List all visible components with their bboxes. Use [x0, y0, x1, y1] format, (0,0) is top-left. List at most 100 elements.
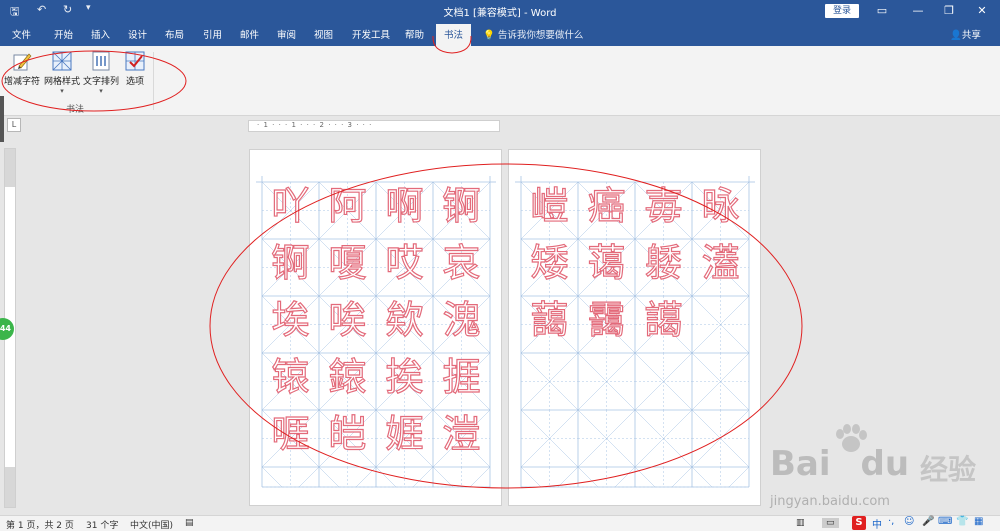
calligraphy-character[interactable]: 挨 [376, 349, 433, 406]
ime-menu-icon[interactable]: ▦ [974, 516, 983, 527]
word-count[interactable]: 31 个字 [86, 518, 118, 531]
calligraphy-character[interactable]: 藹 [521, 292, 578, 349]
calligraphy-character[interactable]: 毐 [635, 178, 692, 235]
tab-review[interactable]: 审阅 [277, 27, 296, 41]
chevron-down-icon: ▾ [99, 87, 103, 95]
ime-chinese-mode[interactable]: 中 [872, 516, 882, 531]
ime-skin-icon[interactable]: 👕 [956, 516, 968, 527]
page-count[interactable]: 第 1 页，共 2 页 [6, 518, 74, 531]
calligraphy-character[interactable]: 锕 [262, 235, 319, 292]
tab-layout[interactable]: 布局 [165, 27, 184, 41]
tab-references[interactable]: 引用 [203, 27, 222, 41]
adjust-characters-button[interactable]: 增减字符 [4, 50, 40, 106]
options-button[interactable]: 选项 [121, 50, 149, 106]
adjust-characters-label: 增减字符 [4, 77, 41, 87]
side-panel-handle[interactable] [0, 96, 4, 142]
calligraphy-character[interactable]: 欸 [376, 292, 433, 349]
page-1-characters: 吖阿啊锕锕嗄哎哀埃唉欸溾锿鎄挨捱啀皑娾溰 [262, 182, 492, 487]
calligraphy-character[interactable]: 鎄 [319, 349, 376, 406]
ribbon-display-icon[interactable]: ▭ [870, 2, 894, 20]
print-layout-icon[interactable]: ▭ [822, 518, 839, 528]
read-mode-icon[interactable]: ▥ [796, 518, 805, 528]
login-button[interactable]: 登录 [825, 4, 859, 18]
calligraphy-character[interactable]: 矮 [521, 235, 578, 292]
sogou-logo-icon[interactable]: S [852, 516, 866, 530]
tab-mailings[interactable]: 邮件 [240, 27, 259, 41]
tab-selector[interactable]: L [7, 118, 21, 132]
calligraphy-character[interactable]: 靄 [578, 292, 635, 349]
calligraphy-character[interactable]: 哎 [376, 235, 433, 292]
minimize-button[interactable]: — [906, 2, 930, 20]
calligraphy-pen-icon [13, 53, 32, 71]
calligraphy-character[interactable]: 锕 [433, 178, 490, 235]
tab-view[interactable]: 视图 [314, 27, 333, 41]
grid-style-label: 网格样式 [43, 77, 80, 87]
close-button[interactable]: ✕ [970, 2, 994, 20]
ime-keyboard-icon[interactable]: ⌨ [938, 516, 952, 527]
ime-toolbar: S 中 ·, ☺ 🎤 ⌨ 👕 ▦ [852, 515, 1000, 531]
document-page-1[interactable]: 吖阿啊锕锕嗄哎哀埃唉欸溾锿鎄挨捱啀皑娾溰 [249, 149, 502, 506]
calligraphy-character[interactable]: 锿 [262, 349, 319, 406]
ruler-numbers: · 1 · · · 1 · · · 2 · · · 3 · · · [257, 121, 373, 129]
watermark-brand: Bai du [770, 444, 910, 484]
calligraphy-character[interactable]: 躷 [635, 235, 692, 292]
ruler-margin-bottom [5, 467, 15, 507]
text-arrange-button[interactable]: 文字排列 ▾ [82, 50, 120, 106]
ime-mic-icon[interactable]: 🎤 [922, 516, 934, 527]
tab-developer[interactable]: 开发工具 [352, 27, 390, 41]
tab-insert[interactable]: 插入 [91, 27, 110, 41]
share-label: 共享 [961, 30, 981, 41]
page-2-characters: 嵦癌毐昹矮蔼躷濭藹靄譪 [521, 182, 751, 487]
baidu-watermark: Bai du 经验 jingyan.baidu.com [770, 424, 1000, 525]
calligraphy-character[interactable]: 啊 [376, 178, 433, 235]
macro-record-icon[interactable]: ▤ [185, 518, 194, 528]
ribbon: 增减字符 网格样式 ▾ 文字排列 ▾ 选项 书法 [0, 46, 1000, 116]
tell-me-search[interactable]: 💡 告诉我你想要做什么 [483, 27, 583, 41]
person-icon: 👤 [950, 30, 962, 41]
tab-design[interactable]: 设计 [128, 27, 147, 41]
calligraphy-character[interactable]: 娾 [376, 406, 433, 463]
calligraphy-character[interactable]: 皑 [319, 406, 376, 463]
calligraphy-character[interactable]: 蔼 [578, 235, 635, 292]
calligraphy-character[interactable]: 捱 [433, 349, 490, 406]
calligraphy-character[interactable]: 癌 [578, 178, 635, 235]
tab-calligraphy[interactable]: 书法 [436, 24, 472, 46]
calligraphy-character[interactable]: 溰 [433, 406, 490, 463]
group-divider [153, 52, 154, 110]
ime-emoji-icon[interactable]: ☺ [904, 516, 914, 527]
language-indicator[interactable]: 中文(中国) [130, 518, 173, 531]
calligraphy-character[interactable]: 嵦 [521, 178, 578, 235]
text-arrange-label: 文字排列 [82, 77, 119, 87]
options-label: 选项 [125, 77, 144, 87]
calligraphy-character[interactable]: 吖 [262, 178, 319, 235]
calligraphy-character[interactable]: 哀 [433, 235, 490, 292]
grid-style-button[interactable]: 网格样式 ▾ [43, 50, 81, 106]
tab-help[interactable]: 帮助 [405, 27, 424, 41]
lightbulb-icon: 💡 [483, 30, 495, 41]
text-arrange-icon [92, 51, 110, 71]
status-bar: 第 1 页，共 2 页 31 个字 中文(中国) ▤ ▥ ▭ [0, 515, 1000, 531]
calligraphy-character[interactable]: 阿 [319, 178, 376, 235]
calligraphy-character[interactable]: 濭 [692, 235, 749, 292]
chevron-down-icon: ▾ [60, 87, 64, 95]
title-bar: 🖫 ↶ ↻ ▾ 文档1 [兼容模式] - Word 登录 ▭ — ❐ ✕ [0, 0, 1000, 22]
maximize-button[interactable]: ❐ [937, 2, 961, 20]
document-page-2[interactable]: 嵦癌毐昹矮蔼躷濭藹靄譪 [508, 149, 761, 506]
ime-punctuation-icon[interactable]: ·, [888, 516, 894, 527]
watermark-cn: 经验 [920, 453, 977, 486]
calligraphy-character[interactable]: 啀 [262, 406, 319, 463]
horizontal-ruler[interactable]: · 1 · · · 1 · · · 2 · · · 3 · · · [248, 120, 500, 132]
calligraphy-character[interactable]: 溾 [433, 292, 490, 349]
watermark-url: jingyan.baidu.com [770, 494, 890, 509]
tab-home[interactable]: 开始 [54, 27, 73, 41]
group-label-calligraphy: 书法 [66, 105, 85, 115]
share-button[interactable]: 👤共享 [950, 27, 981, 41]
calligraphy-character[interactable]: 譪 [635, 292, 692, 349]
tell-me-label: 告诉我你想要做什么 [497, 30, 584, 41]
calligraphy-character[interactable]: 唉 [319, 292, 376, 349]
tab-file[interactable]: 文件 [12, 27, 31, 41]
ruler-margin-top [5, 149, 15, 187]
calligraphy-character[interactable]: 埃 [262, 292, 319, 349]
calligraphy-character[interactable]: 昹 [692, 178, 749, 235]
calligraphy-character[interactable]: 嗄 [319, 235, 376, 292]
